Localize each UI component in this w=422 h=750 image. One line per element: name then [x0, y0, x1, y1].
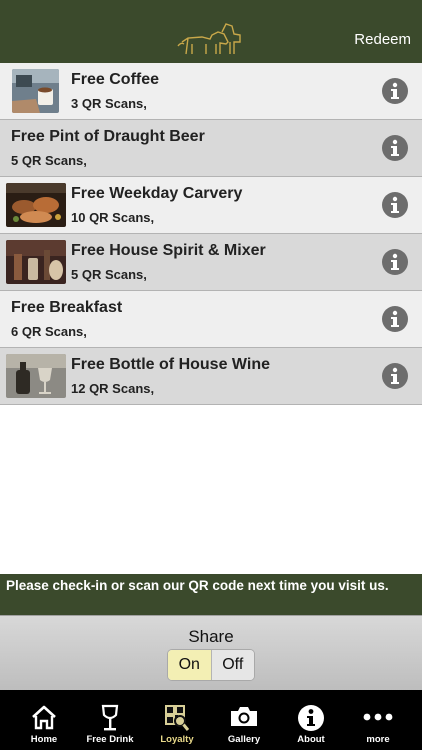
info-icon[interactable] — [382, 192, 408, 218]
info-icon[interactable] — [382, 78, 408, 104]
qr-search-icon — [165, 705, 190, 731]
reward-title: Free Bottle of House Wine — [71, 356, 270, 373]
reward-scans: 5 QR Scans, — [71, 267, 147, 282]
reward-title: Free Weekday Carvery — [71, 185, 243, 202]
tab-label: Home — [30, 734, 58, 745]
tab-label: About — [297, 734, 325, 745]
reward-row[interactable]: Free House Spirit & Mixer 5 QR Scans, — [0, 234, 422, 291]
tab-label: Gallery — [227, 734, 261, 745]
home-icon — [32, 705, 56, 730]
reward-scans: 5 QR Scans, — [11, 153, 87, 168]
tab-about[interactable]: About — [278, 690, 344, 750]
tab-free-drink[interactable]: Free Drink — [77, 690, 143, 750]
reward-scans: 10 QR Scans, — [71, 210, 155, 225]
share-toggle[interactable]: On Off — [167, 649, 255, 681]
info-icon[interactable] — [382, 363, 408, 389]
tab-home[interactable]: Home — [11, 690, 77, 750]
wine-image — [6, 354, 66, 398]
app-header: Redeem — [0, 0, 422, 63]
tab-label: Free Drink — [86, 734, 134, 745]
reward-row[interactable]: Free Breakfast 6 QR Scans, — [0, 291, 422, 348]
reward-scans: 12 QR Scans, — [71, 381, 155, 396]
spirit-image — [6, 240, 66, 284]
reward-row[interactable]: Free Weekday Carvery 10 QR Scans, — [0, 177, 422, 234]
checkin-banner: Please check-in or scan our QR code next… — [0, 574, 422, 615]
info-icon[interactable] — [382, 135, 408, 161]
coffee-image — [12, 69, 59, 113]
info-icon[interactable] — [382, 249, 408, 275]
redeem-button[interactable]: Redeem — [354, 31, 411, 48]
reward-row[interactable]: Free Pint of Draught Beer 5 QR Scans, — [0, 120, 422, 177]
info-icon — [298, 705, 324, 731]
rewards-list: Free Coffee 3 QR Scans, Free Pint of Dra… — [0, 63, 422, 405]
carvery-image — [6, 183, 66, 227]
tab-loyalty[interactable]: Loyalty — [144, 690, 210, 750]
tab-gallery[interactable]: Gallery — [211, 690, 277, 750]
wine-glass-icon — [101, 704, 119, 731]
reward-title: Free Pint of Draught Beer — [11, 128, 205, 145]
reward-title: Free House Spirit & Mixer — [71, 242, 266, 259]
reward-title: Free Breakfast — [11, 299, 123, 316]
tab-bar: Home Free Drink Loyalty Gallery About mo… — [0, 690, 422, 750]
more-dots-icon — [363, 713, 393, 721]
reward-title: Free Coffee — [71, 71, 160, 88]
reward-scans: 6 QR Scans, — [11, 324, 87, 339]
tab-label: Loyalty — [160, 734, 194, 745]
tab-more[interactable]: more — [345, 690, 411, 750]
camera-icon — [231, 707, 257, 726]
reward-row[interactable]: Free Bottle of House Wine 12 QR Scans, — [0, 348, 422, 405]
share-label: Share — [188, 627, 234, 646]
share-off-option[interactable]: Off — [210, 650, 254, 680]
cattle-logo-icon — [177, 23, 241, 55]
reward-row[interactable]: Free Coffee 3 QR Scans, — [0, 63, 422, 120]
share-on-option[interactable]: On — [168, 650, 211, 680]
tab-label: more — [366, 734, 390, 745]
info-icon[interactable] — [382, 306, 408, 332]
reward-scans: 3 QR Scans, — [71, 96, 147, 111]
share-panel: Share On Off — [0, 615, 422, 691]
